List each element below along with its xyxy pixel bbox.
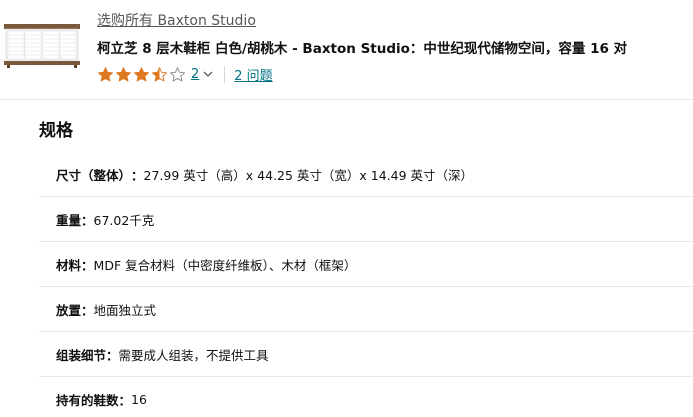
- chevron-down-icon[interactable]: [202, 68, 214, 80]
- spec-value: 地面独立式: [93, 302, 157, 318]
- specs-list: 尺寸（整体）： 27.99 英寸（高）x 44.25 英寸（宽）x 14.49 英…: [39, 152, 693, 417]
- spec-row: 持有的鞋数： 16: [39, 377, 693, 417]
- spec-row: 组装细节：需要成人组装，不提供工具: [39, 332, 693, 377]
- spec-value: 67.02千克: [93, 212, 155, 228]
- spec-colon: ：: [81, 212, 94, 228]
- spec-colon: ：: [106, 347, 119, 363]
- product-thumbnail[interactable]: [2, 22, 82, 68]
- spec-label: 持有的鞋数: [56, 393, 119, 408]
- spec-label: 放置: [56, 302, 82, 318]
- star-rating[interactable]: [97, 66, 186, 83]
- questions-link[interactable]: 2 问题: [234, 65, 272, 84]
- spec-label: 材料: [56, 257, 82, 273]
- spec-label: 组装细节: [56, 347, 107, 363]
- spec-colon: ：: [118, 393, 132, 408]
- spec-row: 放置：地面独立式: [39, 287, 693, 332]
- product-title: 柯立芝 8 层木鞋柜 白色/胡桃木 - Baxton Studio：中世纪现代储…: [97, 41, 628, 57]
- rating-row: 2 2 问题: [97, 64, 273, 84]
- spec-label: 重量: [56, 212, 82, 228]
- star-empty-icon: [169, 66, 186, 81]
- brand-store-link[interactable]: 选购所有 Baxton Studio: [97, 10, 256, 30]
- spec-colon: ：: [81, 257, 94, 273]
- spec-row: 材料： MDF 复合材料（中密度纤维板）、木材（框架）: [39, 242, 693, 287]
- spec-row: 尺寸（整体）： 27.99 英寸（高）x 44.25 英寸（宽）x 14.49 英…: [39, 152, 693, 197]
- spec-value: 需要成人组装，不提供工具: [118, 347, 269, 363]
- spec-value: 16: [131, 392, 147, 407]
- spec-label: 尺寸（整体）: [56, 167, 132, 183]
- star-half-icon: [151, 66, 168, 81]
- star-full-icon: [115, 66, 132, 81]
- spec-value: MDF 复合材料（中密度纤维板）、木材（框架）: [93, 257, 357, 273]
- spec-value: 27.99 英寸（高）x 44.25 英寸（宽）x 14.49 英寸（深）: [143, 167, 474, 183]
- star-full-icon: [97, 66, 114, 81]
- sticky-product-header: 选购所有 Baxton Studio 柯立芝 8 层木鞋柜 白色/胡桃木 - B…: [0, 0, 693, 100]
- divider: [224, 65, 226, 83]
- rating-count-link[interactable]: 2: [191, 67, 199, 82]
- specs-heading: 规格: [39, 121, 73, 141]
- spec-row: 重量： 67.02千克: [39, 197, 693, 242]
- star-full-icon: [133, 66, 150, 81]
- spec-colon: ：: [131, 167, 144, 183]
- spec-colon: ：: [81, 302, 94, 318]
